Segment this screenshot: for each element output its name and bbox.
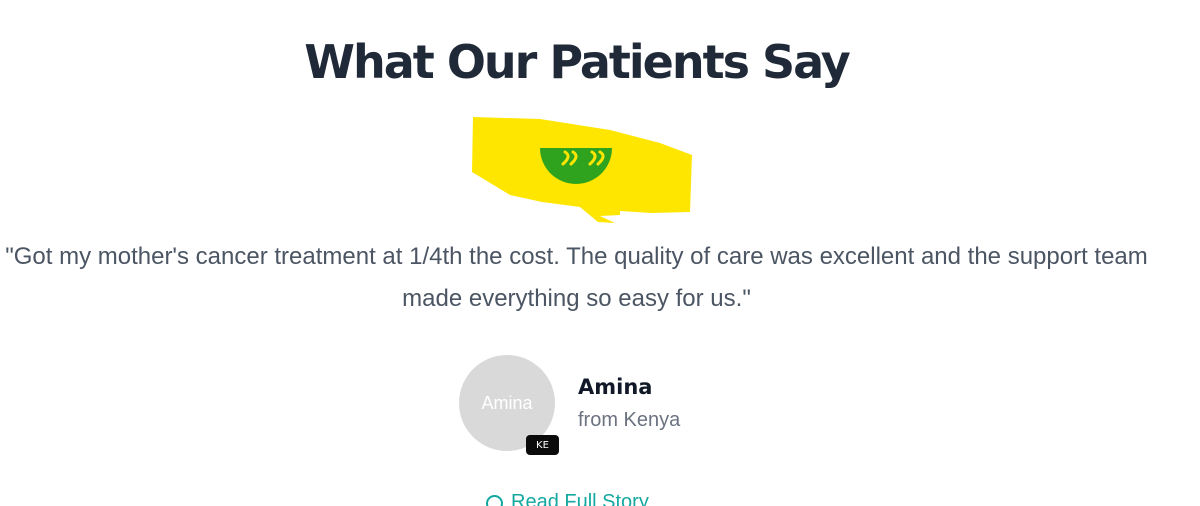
section-title: What Our Patients Say xyxy=(304,35,850,89)
read-full-story-link[interactable]: Read Full Story xyxy=(485,488,649,506)
testimonials-section: What Our Patients Say "Got my mother's c… xyxy=(0,0,1200,506)
patient-origin: from Kenya xyxy=(578,409,681,431)
testimonial-quote: "Got my mother's cancer treatment at 1/4… xyxy=(5,243,1148,312)
country-badge: KE xyxy=(526,435,559,455)
patient-name: Amina xyxy=(578,375,653,399)
read-full-story-label: Read Full Story xyxy=(511,491,649,506)
circle-icon xyxy=(485,493,504,506)
quote-icon xyxy=(470,115,695,225)
avatar-label: Amina xyxy=(481,392,533,413)
